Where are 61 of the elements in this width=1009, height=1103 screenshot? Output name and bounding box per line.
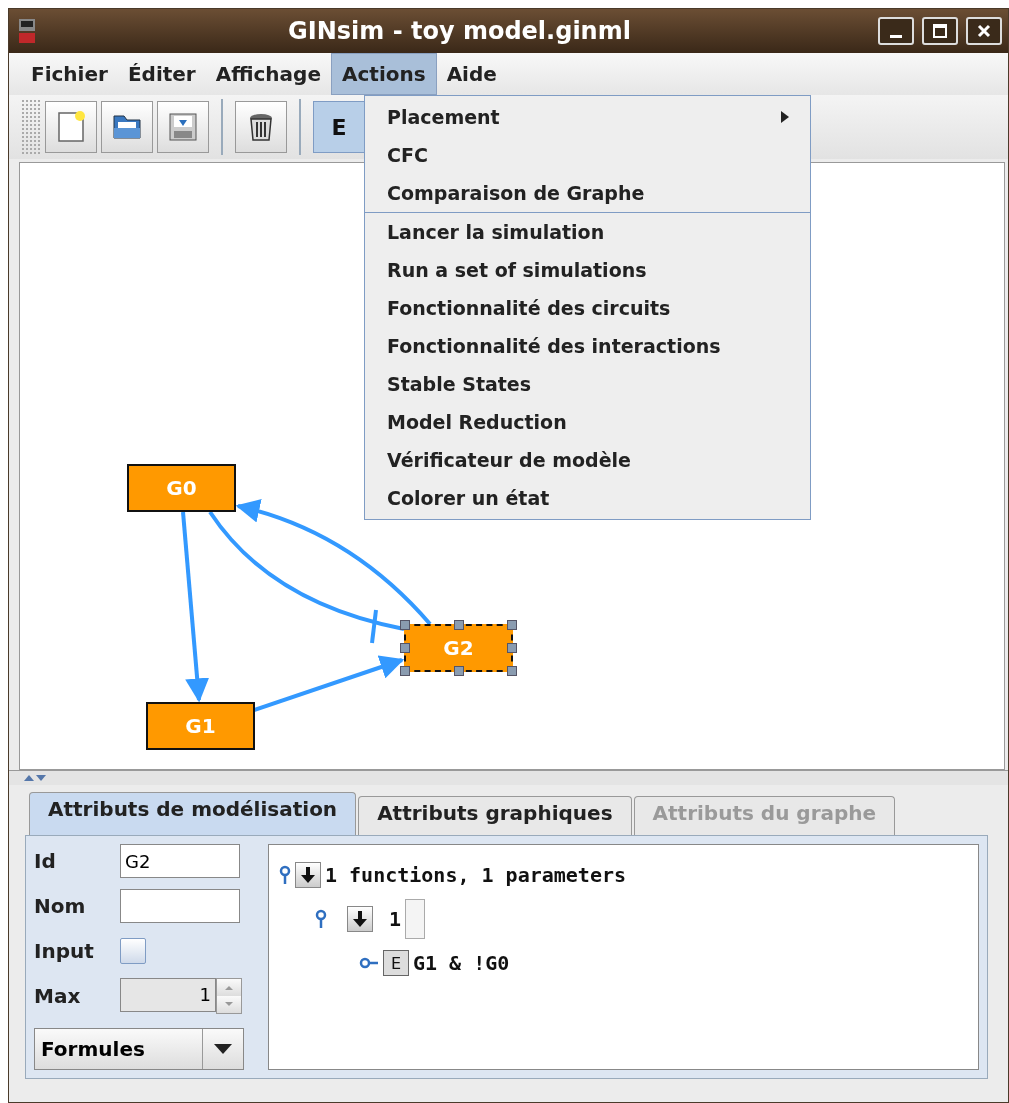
menu-item[interactable]: Fonctionnalité des interactions <box>365 327 810 365</box>
field-label: Id <box>34 849 57 874</box>
menu-item[interactable]: Éditer <box>117 53 206 95</box>
dropdown-arrow-icon <box>214 1043 232 1054</box>
field-label: Max <box>34 983 82 1008</box>
down-arrow-icon <box>301 867 315 883</box>
delete-button[interactable] <box>235 101 287 153</box>
down-arrow-icon <box>353 911 367 927</box>
save-button[interactable] <box>157 101 209 153</box>
maximize-button[interactable] <box>922 17 958 45</box>
open-button[interactable] <box>101 101 153 153</box>
view-dropdown[interactable]: Formules <box>34 1027 244 1070</box>
close-button[interactable] <box>966 17 1002 45</box>
input-checkbox[interactable] <box>120 937 146 964</box>
tree-node-label[interactable]: 1 <box>389 907 402 931</box>
tree-handle-icon <box>315 909 327 929</box>
menu-item[interactable]: Aide <box>436 53 507 95</box>
submenu-arrow-icon <box>780 110 790 124</box>
edit-badge[interactable]: E <box>383 950 409 976</box>
tree-handle-icon <box>279 865 291 885</box>
menu-item[interactable]: Lancer la simulation <box>365 212 810 251</box>
maximize-icon <box>932 23 948 39</box>
inhibition-edge[interactable] <box>208 510 405 644</box>
new-button[interactable] <box>45 101 97 153</box>
folder-icon <box>111 112 143 142</box>
id-field[interactable]: G2 <box>120 844 240 879</box>
edit-mode-button[interactable]: E <box>313 101 365 153</box>
close-icon <box>976 23 992 39</box>
menu-item[interactable]: Comparaison de Graphe <box>365 174 810 212</box>
splitter-arrows-icon[interactable] <box>23 774 47 782</box>
priority-spinner[interactable] <box>405 899 426 939</box>
trash-can-icon <box>247 111 275 143</box>
name-field[interactable] <box>120 888 240 923</box>
tab[interactable]: Attributs de modélisation <box>29 792 357 835</box>
toolbar-grip[interactable] <box>21 99 41 155</box>
expand-toggle[interactable] <box>295 862 321 888</box>
tab[interactable]: Attributs graphiques <box>358 796 632 835</box>
menu-item[interactable]: Actions <box>331 53 437 95</box>
activation-arrow[interactable] <box>181 511 210 703</box>
menu-item[interactable]: CFC <box>365 136 810 174</box>
menu-item[interactable]: Affichage <box>205 53 331 95</box>
activation-arrow[interactable] <box>253 655 405 712</box>
menu-item[interactable]: Fichier <box>21 53 118 95</box>
field-label: Input <box>34 938 95 963</box>
menu-item[interactable]: Fonctionnalité des circuits <box>365 289 810 327</box>
window-title: GINsim - toy model.ginml <box>287 17 632 45</box>
menu-item[interactable]: Colorer un état <box>365 479 810 517</box>
tree-node-label[interactable]: 1 functions, 1 parameters <box>325 863 627 887</box>
tree-leaf-icon <box>359 957 379 969</box>
minimize-icon <box>890 34 902 38</box>
field-label: Nom <box>34 893 87 918</box>
new-file-icon <box>56 110 86 144</box>
minimize-button[interactable] <box>878 17 914 45</box>
menu-item[interactable]: Model Reduction <box>365 403 810 441</box>
menu-item[interactable]: Vérificateur de modèle <box>365 441 810 479</box>
menu-item[interactable]: Run a set of simulations <box>365 251 810 289</box>
expand-toggle[interactable] <box>347 906 373 932</box>
menu-item[interactable]: Placement <box>365 98 810 136</box>
formula-text[interactable]: G1 & !G0 <box>413 951 510 975</box>
save-icon <box>167 111 199 143</box>
menu-item[interactable]: Stable States <box>365 365 810 403</box>
